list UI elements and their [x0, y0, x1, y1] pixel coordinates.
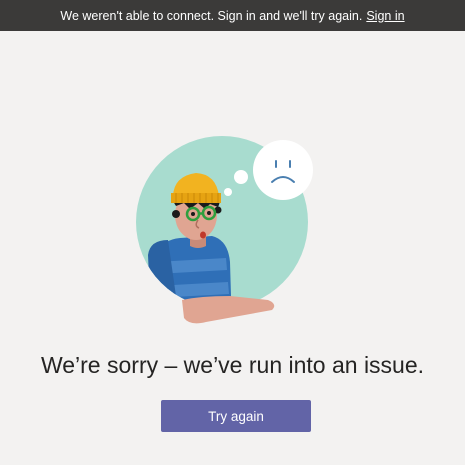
- error-page: We weren't able to connect. Sign in and …: [0, 0, 465, 465]
- person-arm: [182, 296, 275, 324]
- try-again-button[interactable]: Try again: [161, 400, 311, 432]
- error-illustration: [136, 136, 313, 324]
- error-headline: We’re sorry – we’ve run into an issue.: [40, 352, 425, 378]
- person-mouth: [200, 231, 206, 239]
- sad-face-thought-bubble-icon: [253, 140, 313, 200]
- thought-dot-medium: [234, 170, 248, 184]
- thought-dot-small: [224, 188, 232, 196]
